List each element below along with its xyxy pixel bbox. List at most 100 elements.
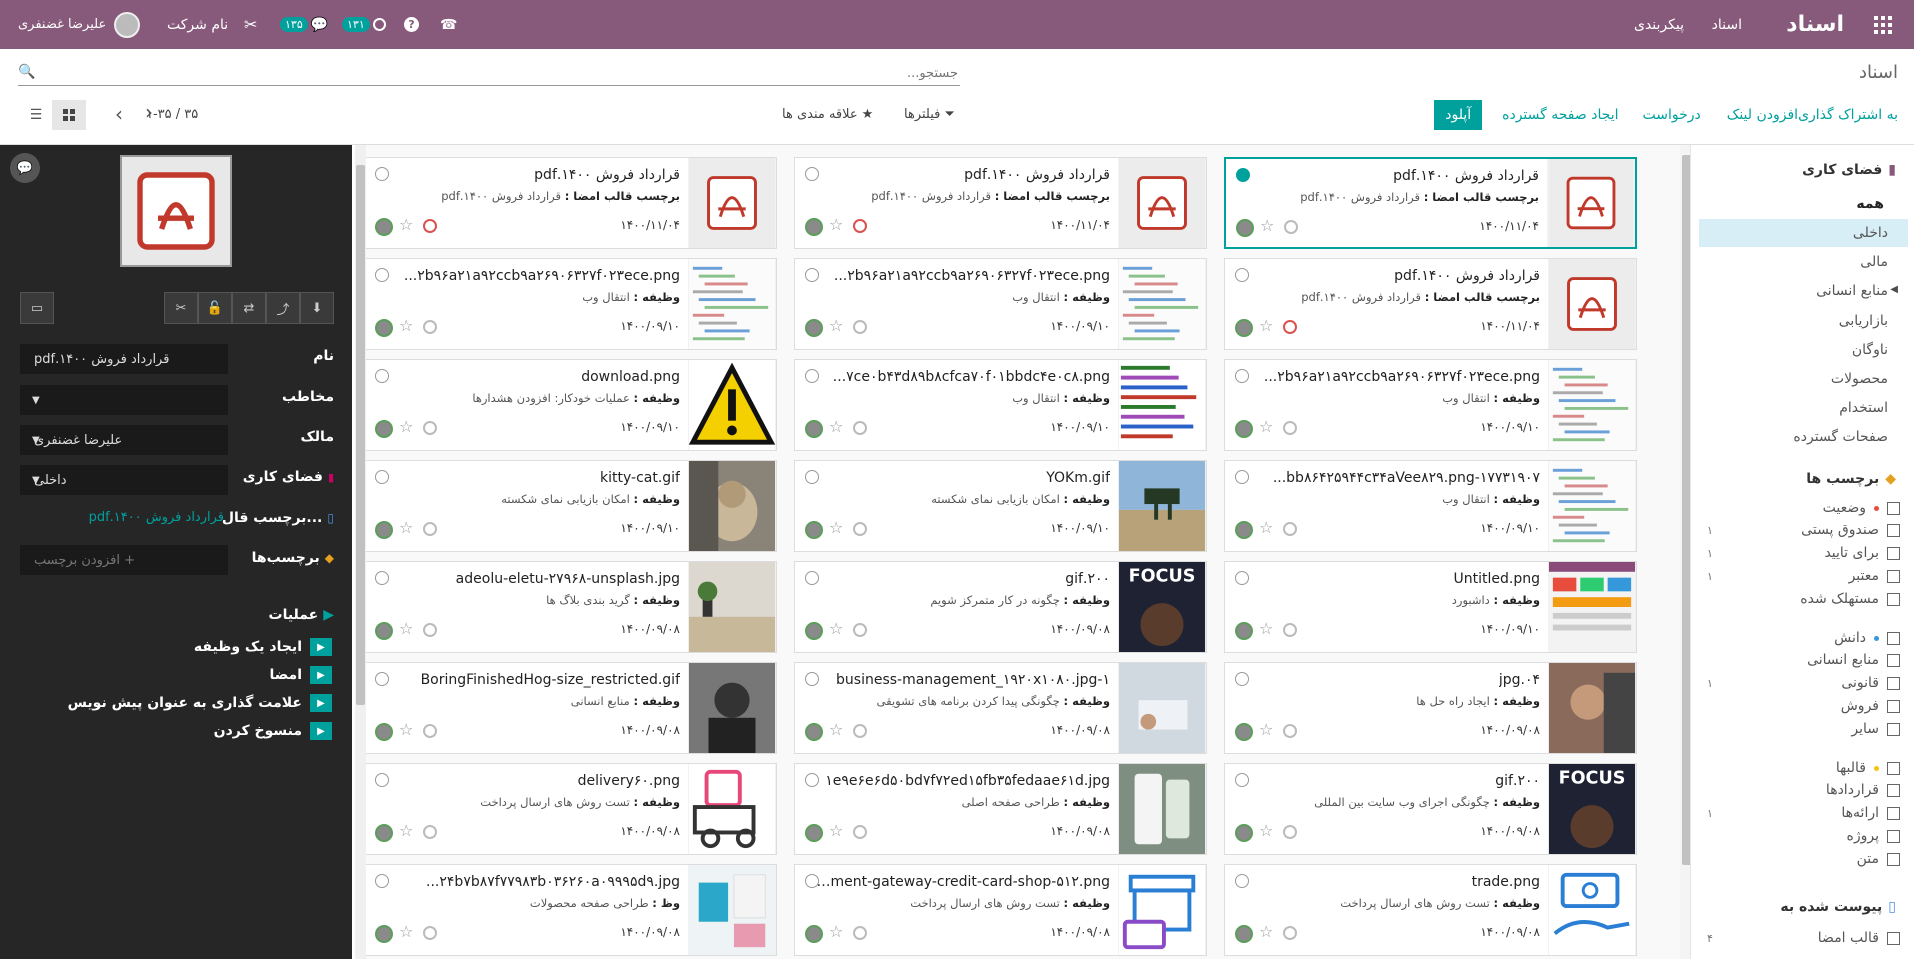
checkbox[interactable]: [1887, 653, 1900, 667]
favorite-star-icon[interactable]: ☆: [1259, 518, 1273, 537]
sidebar-workspace-item[interactable]: صفحات گسترده: [1793, 429, 1888, 445]
tag-item[interactable]: منابع انسانی: [1795, 652, 1900, 668]
favorite-star-icon[interactable]: ☆: [399, 215, 413, 234]
sidebar-workspace-item[interactable]: همه: [1856, 196, 1884, 212]
activity-clock-icon[interactable]: [423, 825, 437, 839]
checkbox[interactable]: [1887, 523, 1900, 537]
contact-field[interactable]: ▼: [20, 385, 228, 415]
document-thumbnail[interactable]: [1548, 865, 1636, 955]
activity-clock-icon[interactable]: [1283, 522, 1297, 536]
document-card[interactable]: delivery۶۰.png وظیفه : تست روش های ارسال…: [364, 763, 777, 855]
checkbox[interactable]: [1887, 501, 1900, 515]
activity-clock-icon[interactable]: [1284, 220, 1298, 234]
document-card[interactable]: YOKm.gif وظیفه : امکان بازیابی نمای شکست…: [794, 460, 1207, 552]
sidebar-workspace-item[interactable]: بازاریابی: [1839, 313, 1888, 329]
select-checkbox[interactable]: [1235, 773, 1249, 787]
tag-item[interactable]: صندوق پستی: [1789, 522, 1900, 538]
document-card[interactable]: payment-gateway-credit-card-shop-۵۱۲.png…: [794, 864, 1207, 956]
checkbox[interactable]: [1887, 806, 1900, 820]
favorite-star-icon[interactable]: ☆: [1259, 922, 1273, 941]
checkbox[interactable]: [1887, 783, 1900, 797]
tag-item[interactable]: معتبر: [1837, 568, 1900, 584]
activity-clock-icon[interactable]: [1283, 623, 1297, 637]
caret-left-icon[interactable]: ◀: [1890, 284, 1898, 295]
activity-clock-icon[interactable]: [423, 724, 437, 738]
document-card[interactable]: قرارداد فروش ۱۴۰۰.pdf برچسب قالب امضا : …: [364, 157, 777, 249]
activity-clock-icon[interactable]: [423, 320, 437, 334]
document-thumbnail[interactable]: [688, 259, 776, 349]
name-field[interactable]: قرارداد فروش ۱۴۰۰.pdf: [20, 344, 228, 374]
select-checkbox[interactable]: [1236, 168, 1250, 182]
select-checkbox[interactable]: [1235, 470, 1249, 484]
activity-clock-icon[interactable]: [1283, 421, 1297, 435]
select-checkbox[interactable]: [375, 470, 389, 484]
sidebar-workspace-item[interactable]: استخدام: [1839, 400, 1888, 416]
document-thumbnail[interactable]: [688, 562, 776, 652]
tag-item[interactable]: مستهلک شده: [1788, 591, 1900, 607]
messages-button[interactable]: ۱۳۵ 💬: [280, 0, 328, 49]
document-card[interactable]: business-management_۱۹۲۰x۱۰۸۰.jpg-۱ وظیف…: [794, 662, 1207, 754]
checkbox[interactable]: [1887, 852, 1900, 866]
document-thumbnail[interactable]: [1548, 461, 1636, 551]
select-checkbox[interactable]: [1235, 874, 1249, 888]
action-button[interactable]: منسوخ کردن ▶: [214, 722, 332, 740]
select-checkbox[interactable]: [375, 874, 389, 888]
tag-item[interactable]: قراردادها: [1814, 782, 1900, 798]
select-checkbox[interactable]: [805, 874, 819, 888]
checkbox[interactable]: [1887, 931, 1900, 945]
sidebar-workspace-item[interactable]: داخلی: [1853, 225, 1888, 241]
search-bar[interactable]: 🔍: [18, 62, 960, 86]
tag-item[interactable]: فروش: [1829, 698, 1900, 714]
select-checkbox[interactable]: [805, 167, 819, 181]
document-card[interactable]: kitty-cat.gif وظیفه : امکان بازیابی نمای…: [364, 460, 777, 552]
favorite-star-icon[interactable]: ☆: [1259, 316, 1273, 335]
favorite-star-icon[interactable]: ☆: [1260, 216, 1274, 235]
activity-clock-icon[interactable]: [1283, 926, 1297, 940]
replace-button[interactable]: ⇄: [232, 292, 266, 324]
chatter-icon[interactable]: 💬: [10, 153, 40, 183]
favorite-star-icon[interactable]: ☆: [399, 316, 413, 335]
menu-documents[interactable]: اسناد: [1712, 0, 1742, 49]
tag-group-0[interactable]: وضعیت: [1823, 500, 1900, 516]
filters-dropdown[interactable]: فیلترها ⏷: [904, 107, 955, 122]
select-checkbox[interactable]: [375, 571, 389, 585]
activity-clock-icon[interactable]: [1283, 825, 1297, 839]
checkbox[interactable]: [1887, 699, 1900, 713]
favorite-star-icon[interactable]: ☆: [399, 417, 413, 436]
user-menu[interactable]: علیرضا غضنفری: [18, 0, 141, 49]
document-card[interactable]: ۱e۹e۶e۶d۵۰bd۷f۷۲ed۱۵fb۳۵fedaae۶۱d.jpg وظ…: [794, 763, 1207, 855]
tag-item[interactable]: برای تایید: [1812, 545, 1900, 561]
checkbox[interactable]: [1887, 676, 1900, 690]
document-card[interactable]: Untitled.png وظیفه : داشبورد ۱۴۰۰/۰۹/۱۰ …: [1224, 561, 1637, 653]
workspace-field[interactable]: داخلی ▼: [20, 465, 228, 495]
activity-clock-icon[interactable]: [853, 724, 867, 738]
favorite-star-icon[interactable]: ☆: [1259, 821, 1273, 840]
favorite-star-icon[interactable]: ☆: [399, 922, 413, 941]
document-thumbnail[interactable]: [1118, 259, 1206, 349]
activity-clock-icon[interactable]: [423, 926, 437, 940]
favorite-star-icon[interactable]: ☆: [1259, 619, 1273, 638]
pager-next-icon[interactable]: ‹: [145, 102, 153, 126]
tag-item[interactable]: قانونی: [1829, 675, 1900, 691]
favorite-star-icon[interactable]: ☆: [829, 215, 843, 234]
select-checkbox[interactable]: [1235, 369, 1249, 383]
select-checkbox[interactable]: [805, 470, 819, 484]
document-thumbnail[interactable]: [688, 663, 776, 753]
app-title[interactable]: اسناد: [1786, 0, 1844, 49]
help-icon[interactable]: ?: [404, 0, 419, 49]
sidebar-workspace-item[interactable]: ناوگان: [1852, 342, 1888, 358]
lock-button[interactable]: 🔓: [198, 292, 232, 324]
spreadsheet-button[interactable]: ایجاد صفحه گسترده: [1502, 107, 1618, 123]
kanban-view-button[interactable]: [52, 100, 86, 130]
select-checkbox[interactable]: [805, 571, 819, 585]
document-thumbnail[interactable]: [688, 158, 776, 248]
split-button[interactable]: ✂: [164, 292, 198, 324]
checkbox[interactable]: [1887, 546, 1900, 560]
checkbox[interactable]: [1887, 829, 1900, 843]
activity-clock-icon[interactable]: [853, 825, 867, 839]
document-thumbnail[interactable]: [1548, 259, 1636, 349]
kanban-scrollbar[interactable]: [355, 145, 366, 959]
favorite-star-icon[interactable]: ☆: [399, 619, 413, 638]
document-thumbnail[interactable]: [1118, 360, 1206, 450]
checkbox[interactable]: [1887, 761, 1900, 775]
